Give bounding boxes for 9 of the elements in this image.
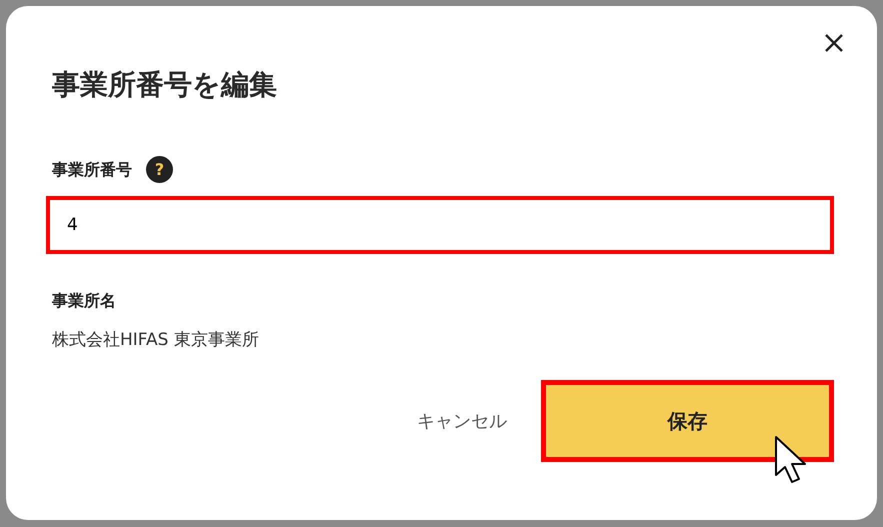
field-label: 事業所名 bbox=[52, 290, 116, 312]
help-icon[interactable]: ? bbox=[146, 156, 173, 183]
input-field[interactable]: 4 bbox=[46, 196, 834, 254]
cancel-button[interactable]: キャンセル bbox=[417, 408, 507, 434]
cursor-icon bbox=[774, 435, 808, 485]
dialog-title: 事業所番号を編集 bbox=[52, 68, 278, 102]
close-icon[interactable] bbox=[825, 34, 843, 52]
field-value: 株式会社HIFAS 東京事業所 bbox=[52, 329, 260, 352]
field-label: 事業所番号 bbox=[52, 158, 132, 180]
